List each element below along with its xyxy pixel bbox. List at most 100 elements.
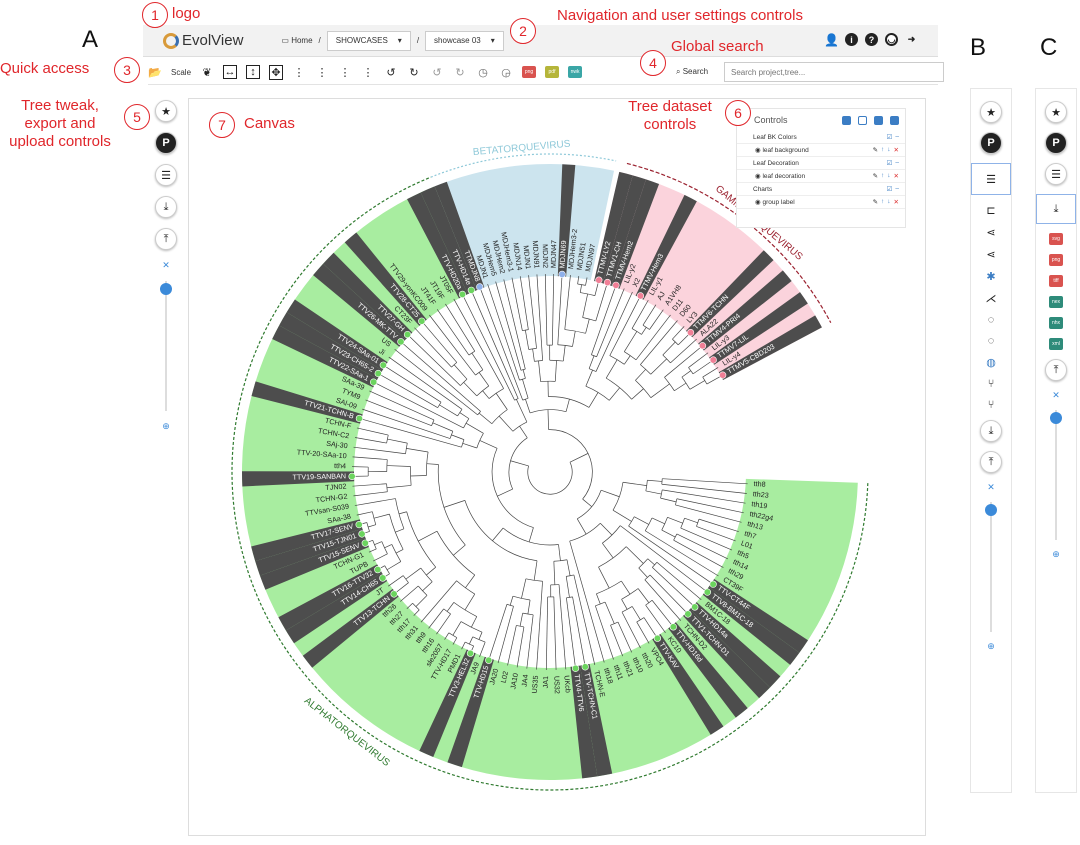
tree-branch <box>536 274 543 361</box>
edit-icon[interactable] <box>842 115 851 125</box>
leaf-label[interactable]: UKcb <box>562 675 572 693</box>
checkbox-icon[interactable]: ☑ <box>887 185 893 193</box>
leaf-node-dot[interactable] <box>369 378 378 386</box>
tree-branch <box>519 425 528 438</box>
move-down-icon[interactable]: ↓ <box>887 146 890 154</box>
leaf-node-dot[interactable] <box>709 580 717 588</box>
leaf-node-dot[interactable] <box>361 539 369 547</box>
annotation-label: Navigation and user settings controls <box>557 7 803 24</box>
minus-icon[interactable]: – <box>895 133 899 141</box>
tree-branch <box>622 481 647 486</box>
remove-icon[interactable]: ✕ <box>894 146 899 154</box>
copy-icon[interactable] <box>858 115 867 125</box>
tree-branch <box>521 578 527 599</box>
leaf-node-dot[interactable] <box>397 338 405 346</box>
tree-branch <box>491 448 534 528</box>
leaf-label[interactable]: tth4 <box>334 461 346 470</box>
tree-branch <box>471 352 484 371</box>
move-up-icon[interactable]: ↑ <box>881 172 884 180</box>
leaf-node-dot[interactable] <box>348 472 356 481</box>
delete-icon[interactable] <box>890 115 899 125</box>
leaf-node-dot[interactable] <box>418 317 426 325</box>
circular-tree[interactable]: BETATORQUEVIRUSGAMMATORQUEVIRUSALPHATORQ… <box>0 0 1080 845</box>
tree-branch <box>544 274 548 346</box>
leaf-node-dot[interactable] <box>466 649 475 657</box>
tree-branch <box>595 605 614 660</box>
leaf-node-dot[interactable] <box>571 664 580 672</box>
leaf-node-dot[interactable] <box>358 530 366 538</box>
leaf-node-dot[interactable] <box>709 356 717 364</box>
tree-branch <box>413 609 420 616</box>
tree-branch <box>621 599 628 610</box>
leaf-node-dot[interactable] <box>467 286 475 294</box>
minus-icon[interactable]: – <box>895 159 899 167</box>
tree-branch <box>681 370 692 378</box>
leaf-node-dot[interactable] <box>374 369 382 378</box>
move-up-icon[interactable]: ↑ <box>881 198 884 206</box>
leaf-node-dot[interactable] <box>355 414 363 423</box>
tree-branch <box>660 497 677 503</box>
minus-icon[interactable]: – <box>895 185 899 193</box>
move-down-icon[interactable]: ↓ <box>887 172 890 180</box>
remove-icon[interactable]: ✕ <box>894 172 899 180</box>
leaf-node-dot[interactable] <box>379 574 387 582</box>
leaf-label[interactable]: TTV19-SANBAN <box>292 471 346 481</box>
control-section-header: Charts ☑ – <box>737 183 905 196</box>
leaf-node-dot[interactable] <box>458 290 467 299</box>
checkbox-icon[interactable]: ☑ <box>887 133 893 141</box>
remove-icon[interactable]: ✕ <box>894 198 899 206</box>
dataset-toggle[interactable]: ◉ <box>755 198 761 206</box>
tree-branch <box>538 360 541 382</box>
leaf-label[interactable]: US32 <box>552 676 562 694</box>
pencil-icon[interactable]: ✎ <box>873 172 878 180</box>
leaf-node-dot[interactable] <box>691 603 699 611</box>
share-icon[interactable] <box>874 115 883 125</box>
leaf-node-dot[interactable] <box>653 634 662 642</box>
leaf-node-dot[interactable] <box>603 278 612 287</box>
tree-branch <box>554 360 557 382</box>
leaf-node-dot[interactable] <box>698 342 707 350</box>
leaf-label[interactable]: TJN02 <box>325 482 347 492</box>
leaf-node-dot[interactable] <box>558 270 566 278</box>
leaf-node-dot[interactable] <box>684 610 692 618</box>
leaf-node-dot[interactable] <box>476 283 484 291</box>
leaf-label[interactable]: JA4 <box>520 674 530 687</box>
tree-branch <box>507 625 517 666</box>
tree-branch <box>462 443 477 449</box>
tree-branch <box>508 437 528 490</box>
leaf-label[interactable]: tth8 <box>753 479 766 489</box>
tree-branch <box>446 602 455 612</box>
tree-branch <box>479 286 524 401</box>
leaf-node-dot[interactable] <box>669 623 677 631</box>
tree-branch <box>585 369 593 387</box>
leaf-node-dot[interactable] <box>686 328 695 337</box>
leaf-node-dot[interactable] <box>379 361 387 369</box>
tree-branch <box>536 581 543 670</box>
pencil-icon[interactable]: ✎ <box>873 146 878 154</box>
leaf-node-dot[interactable] <box>374 566 382 574</box>
leaf-node-dot[interactable] <box>595 276 603 284</box>
tree-branch <box>680 527 733 551</box>
tree-branch <box>516 626 525 668</box>
tree-branch <box>609 295 641 356</box>
leaf-node-dot[interactable] <box>581 663 589 671</box>
pencil-icon[interactable]: ✎ <box>873 198 878 206</box>
tree-branch <box>488 604 508 661</box>
leaf-label[interactable]: US35 <box>530 675 540 694</box>
leaf-node-dot[interactable] <box>612 281 620 289</box>
leaf-label[interactable]: tth23 <box>752 489 769 500</box>
leaf-label[interactable]: JA1 <box>541 676 550 689</box>
move-down-icon[interactable]: ↓ <box>887 198 890 206</box>
leaf-node-dot[interactable] <box>719 371 727 379</box>
checkbox-icon[interactable]: ☑ <box>887 159 893 167</box>
leaf-node-dot[interactable] <box>390 590 398 598</box>
leaf-node-dot[interactable] <box>403 330 412 339</box>
leaf-node-dot[interactable] <box>355 521 363 529</box>
leaf-node-dot[interactable] <box>636 292 645 300</box>
leaf-label[interactable]: MDJN91 <box>531 240 542 269</box>
move-up-icon[interactable]: ↑ <box>881 146 884 154</box>
dataset-toggle[interactable]: ◉ <box>755 172 761 180</box>
leaf-node-dot[interactable] <box>485 656 493 664</box>
leaf-node-dot[interactable] <box>703 588 712 596</box>
dataset-toggle[interactable]: ◉ <box>755 146 761 154</box>
